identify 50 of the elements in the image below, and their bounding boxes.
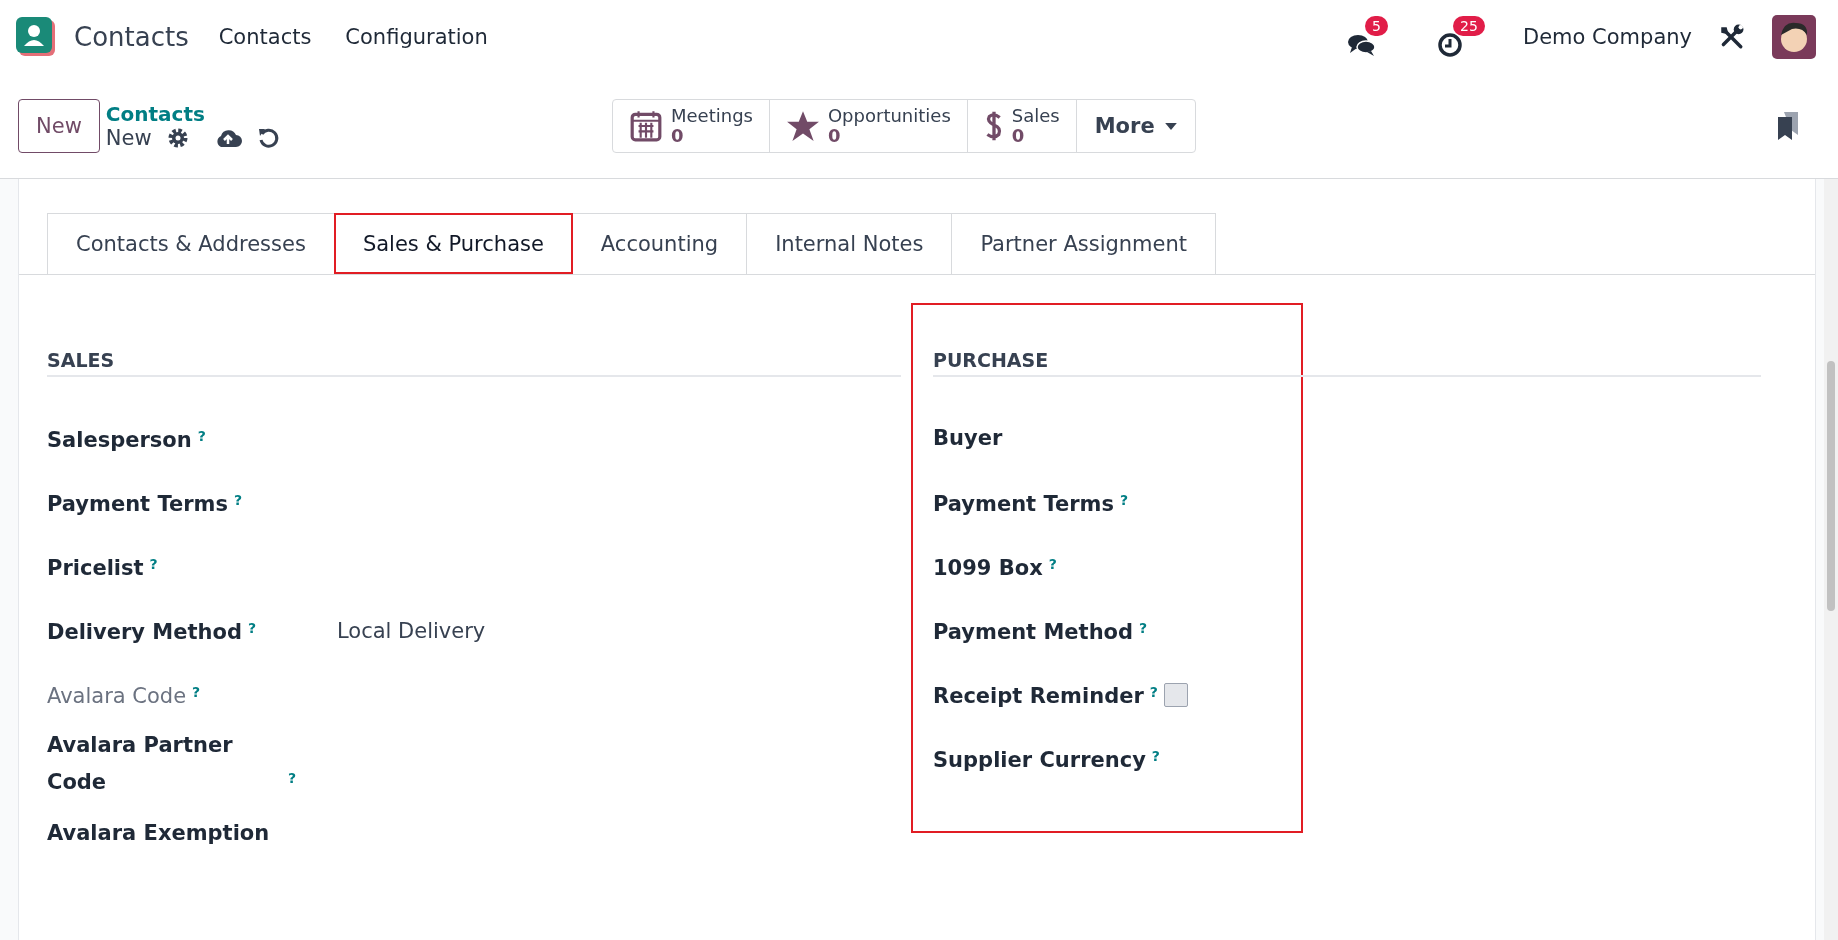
smart-button-label: Meetings [671,106,753,126]
help-tooltip[interactable]: ? [1120,491,1129,508]
field-label: Supplier Currency [933,747,1146,775]
new-button[interactable]: New [18,99,100,153]
breadcrumb-link[interactable]: Contacts [105,102,280,126]
more-dropdown[interactable]: More [1076,100,1195,152]
field-label: Pricelist [47,555,144,583]
field-label: Avalara Code [47,683,187,711]
record-title: New [105,126,152,150]
tab[interactable]: Partner Assignment [951,213,1217,274]
field-label: Payment Terms [933,491,1114,519]
field-label: Avalara Partner Code [47,732,234,796]
field-label: Payment Method [933,619,1134,647]
app-name[interactable]: Contacts [74,22,189,52]
smart-button-count: 0 [827,126,841,146]
field-label: 1099 Box [933,555,1043,583]
field-label: Buyer [933,425,1003,452]
help-tooltip[interactable]: ? [1048,555,1057,572]
help-tooltip[interactable]: ? [288,769,297,786]
smart-button[interactable]: Opportunities 0 [769,100,968,152]
help-tooltip[interactable]: ? [1151,747,1160,764]
help-tooltip[interactable]: ? [149,555,158,572]
field-label: Receipt Reminder [933,683,1144,711]
help-tooltip[interactable]: ? [197,427,206,444]
smart-button[interactable]: Sales 0 [967,100,1077,152]
messages-button[interactable]: 5 [1347,16,1395,58]
section-title: SALES [47,349,901,377]
help-tooltip[interactable]: ? [1149,683,1158,700]
smart-button-count: 0 [671,126,684,146]
help-tooltip[interactable]: ? [247,619,257,636]
smart-button[interactable]: Meetings 0 [613,100,770,152]
field-label: Avalara Exemption [47,820,270,847]
help-tooltip[interactable]: ? [234,491,243,508]
menu-item[interactable]: Configuration [345,25,488,49]
company-switcher[interactable]: Demo Company [1523,25,1692,49]
help-tooltip[interactable]: ? [192,683,201,700]
tab[interactable]: Sales & Purchase [333,213,573,274]
notification-badge: 25 [1453,16,1485,36]
help-tooltip[interactable]: ? [1139,619,1148,636]
smart-button-label: Opportunities [827,106,951,126]
field-label: Payment Terms [47,491,228,519]
field-value[interactable]: Local Delivery [337,619,486,643]
smart-button-count: 0 [1011,126,1026,146]
section-title: PURCHASE [933,349,1761,377]
activities-button[interactable]: 25 [1435,16,1483,58]
notification-badge: 5 [1365,16,1388,36]
field-label: Delivery Method [47,619,242,647]
field-label: Salesperson [47,427,192,455]
smart-button-label: Sales [1011,106,1060,126]
menu-item[interactable]: Contacts [218,25,312,49]
